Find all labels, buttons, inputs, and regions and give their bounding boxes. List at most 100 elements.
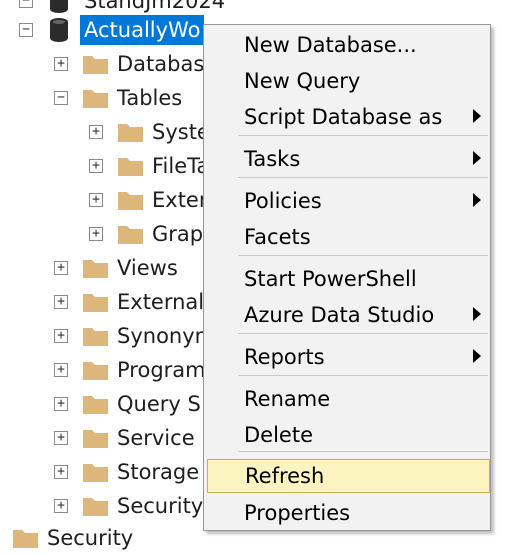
menu-item-label: Tasks — [244, 147, 301, 171]
submenu-arrow-icon — [473, 193, 481, 207]
collapse-toggle[interactable]: − — [19, 0, 33, 8]
menu-item-label: Facets — [244, 225, 311, 249]
folder-icon — [82, 359, 109, 381]
tree-node[interactable]: + Grap — [0, 217, 205, 251]
tree-node[interactable]: + Security — [0, 489, 205, 523]
tree-node-label: Exter — [152, 188, 208, 212]
folder-icon — [117, 189, 144, 211]
expand-toggle[interactable]: + — [89, 227, 103, 241]
menu-item-label: Start PowerShell — [244, 267, 417, 291]
expand-toggle[interactable]: + — [54, 499, 68, 513]
folder-icon — [12, 527, 39, 549]
folder-icon — [82, 427, 109, 449]
folder-icon — [117, 121, 144, 143]
menu-item-rename[interactable]: Rename — [205, 382, 489, 416]
expand-toggle[interactable]: + — [89, 159, 103, 173]
menu-item-label: New Query — [244, 69, 361, 93]
tree-node-label: Query S — [117, 392, 201, 416]
menu-item-label: New Database... — [244, 33, 417, 57]
collapse-toggle[interactable]: − — [19, 23, 33, 37]
tree-node[interactable]: + External — [0, 285, 205, 319]
tree-node-label: Views — [117, 256, 178, 280]
menu-item-start-powershell[interactable]: Start PowerShell — [205, 262, 489, 296]
expand-toggle[interactable]: + — [54, 363, 68, 377]
submenu-arrow-icon — [473, 349, 481, 363]
menu-item-label: Refresh — [245, 464, 325, 488]
tree-node[interactable]: + Syste — [0, 115, 210, 149]
folder-icon — [82, 53, 109, 75]
menu-item-label: Properties — [244, 501, 351, 525]
tree-node-label: Tables — [117, 86, 183, 110]
menu-item-label: Azure Data Studio — [244, 303, 435, 327]
menu-item-label: Policies — [244, 189, 322, 213]
menu-item-properties[interactable]: Properties — [205, 496, 489, 530]
menu-separator — [238, 135, 488, 136]
expand-toggle[interactable]: + — [54, 57, 68, 71]
tree-node-label: Grap — [152, 222, 204, 246]
tree-node-label: Storage — [117, 460, 200, 484]
expand-toggle[interactable]: + — [89, 193, 103, 207]
menu-item-azure-data-studio[interactable]: Azure Data Studio — [205, 298, 489, 332]
collapse-toggle[interactable]: − — [54, 91, 68, 105]
folder-icon — [82, 325, 109, 347]
folder-icon — [82, 495, 109, 517]
tree-node-security-root[interactable]: Security — [0, 521, 200, 555]
menu-item-tasks[interactable]: Tasks — [205, 142, 489, 176]
submenu-arrow-icon — [473, 109, 481, 123]
folder-icon — [82, 257, 109, 279]
expand-toggle[interactable]: + — [54, 329, 68, 343]
tree-node[interactable]: + Program — [0, 353, 206, 387]
submenu-arrow-icon — [473, 307, 481, 321]
tree-node[interactable]: − Tables — [0, 81, 205, 115]
tree-node-label: Security — [47, 526, 134, 550]
tree-node-label: Synonym — [117, 324, 216, 348]
menu-separator — [238, 333, 488, 334]
tree-node[interactable]: + Storage — [0, 455, 205, 489]
tree-node-label: External — [117, 290, 205, 314]
context-menu: New Database... New Query Script Database … — [203, 24, 491, 531]
folder-icon — [82, 393, 109, 415]
folder-icon — [117, 155, 144, 177]
menu-item-refresh[interactable]: Refresh — [207, 459, 490, 493]
menu-item-label: Delete — [244, 423, 313, 447]
tree-node-label: Program — [117, 358, 206, 382]
tree-node[interactable]: + Query S — [0, 387, 205, 421]
expand-toggle[interactable]: + — [54, 465, 68, 479]
menu-item-new-query[interactable]: New Query — [205, 64, 489, 98]
menu-item-new-database[interactable]: New Database... — [205, 28, 489, 62]
menu-item-label: Script Database as — [244, 105, 443, 129]
menu-item-policies[interactable]: Policies — [205, 184, 489, 218]
menu-item-label: Rename — [244, 387, 331, 411]
tree-node-label: Syste — [152, 120, 210, 144]
expand-toggle[interactable]: + — [54, 397, 68, 411]
folder-icon — [117, 223, 144, 245]
tree-node-label: FileTa — [152, 154, 210, 178]
menu-item-reports[interactable]: Reports — [205, 340, 489, 374]
menu-separator — [238, 255, 488, 256]
menu-separator — [238, 177, 488, 178]
tree-node[interactable]: + Views — [0, 251, 205, 285]
tree-node-label: Security — [117, 494, 204, 518]
tree-node[interactable]: + FileTa — [0, 149, 209, 183]
expand-toggle[interactable]: + — [54, 295, 68, 309]
expand-toggle[interactable]: + — [89, 125, 103, 139]
menu-item-facets[interactable]: Facets — [205, 220, 489, 254]
folder-icon — [82, 87, 109, 109]
menu-item-label: Reports — [244, 345, 325, 369]
tree-node[interactable]: + Database — [0, 47, 217, 81]
tree-node[interactable]: + Service — [0, 421, 205, 455]
database-icon — [48, 17, 70, 43]
database-icon — [48, 0, 70, 14]
tree-node[interactable]: + Exter — [0, 183, 208, 217]
menu-item-script-database-as[interactable]: Script Database as — [205, 100, 489, 134]
selected-database-label[interactable]: ActuallyWo — [80, 15, 205, 45]
menu-separator — [238, 375, 488, 376]
expand-toggle[interactable]: + — [54, 261, 68, 275]
folder-icon — [82, 461, 109, 483]
menu-item-delete[interactable]: Delete — [205, 418, 489, 452]
folder-icon — [82, 291, 109, 313]
expand-toggle[interactable]: + — [54, 431, 68, 445]
tree-node-label: Service — [117, 426, 195, 450]
tree-node[interactable]: + Synonym — [0, 319, 215, 353]
submenu-arrow-icon — [473, 151, 481, 165]
